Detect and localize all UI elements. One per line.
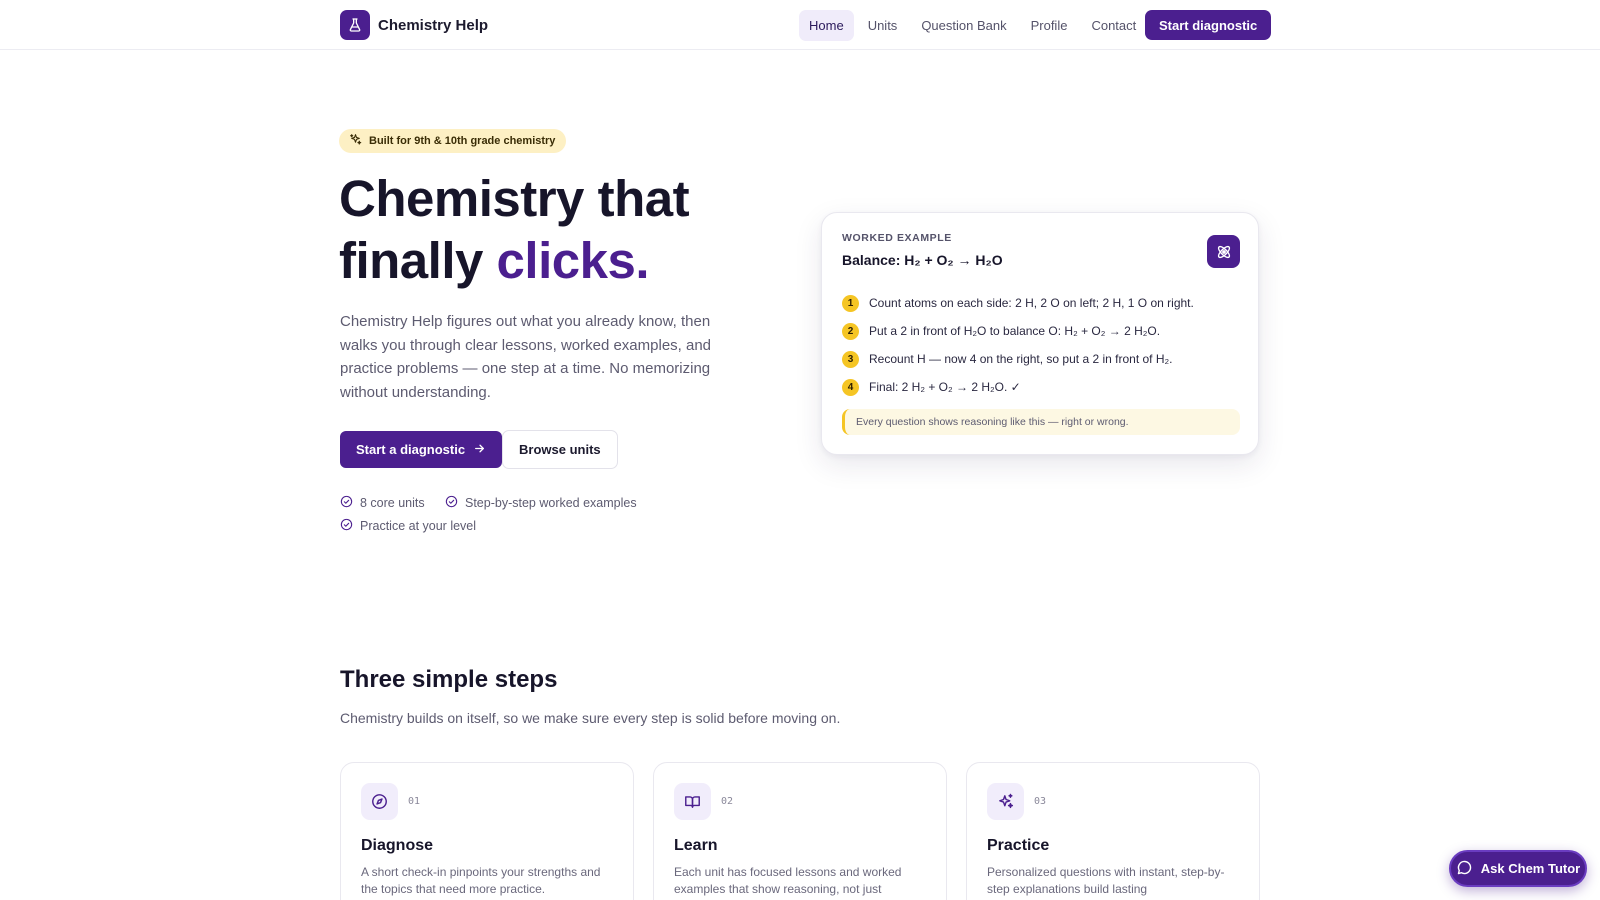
- step-card-diagnose: 01 Diagnose A short check-in pinpoints y…: [340, 762, 634, 900]
- nav-links: Home Units Question Bank Profile Contact: [799, 10, 1146, 41]
- check-circle-icon: [340, 495, 353, 511]
- feature-label: Step-by-step worked examples: [465, 496, 637, 510]
- badge-text: Built for 9th & 10th grade chemistry: [369, 135, 556, 147]
- book-icon: [674, 783, 711, 820]
- top-nav: Chemistry Help Home Units Question Bank …: [0, 0, 1600, 50]
- nav-link-contact[interactable]: Contact: [1081, 10, 1146, 41]
- nav-link-profile[interactable]: Profile: [1021, 10, 1078, 41]
- step-text: Put a 2 in front of H₂O to balance O: H₂…: [869, 324, 1161, 338]
- chat-bubble-icon: [1456, 859, 1473, 879]
- hero-title-accent: clicks.: [497, 230, 650, 292]
- step-card-title: Practice: [987, 837, 1050, 854]
- brand-name: Chemistry Help: [378, 16, 489, 34]
- sparkles-icon: [349, 133, 362, 149]
- worked-example-card: WORKED EXAMPLE Balance: H₂ + O₂ → H₂O 1 …: [821, 212, 1259, 455]
- step-card-title: Learn: [674, 837, 718, 854]
- feature-label: 8 core units: [360, 496, 425, 510]
- step-number: 2: [842, 322, 859, 340]
- worked-steps-list: 1 Count atoms on each side: 2 H, 2 O on …: [842, 289, 1194, 401]
- feature-item: 8 core units: [340, 495, 425, 511]
- atom-icon: [1207, 235, 1240, 268]
- ask-chem-tutor-button[interactable]: Ask Chem Tutor: [1449, 850, 1587, 887]
- feature-item: Practice at your level: [340, 518, 476, 534]
- step-card-title: Diagnose: [361, 837, 434, 854]
- nav-link-home[interactable]: Home: [799, 10, 854, 41]
- steps-section-title: Three simple steps: [340, 666, 558, 693]
- compass-icon: [361, 783, 398, 820]
- step-card-description: A short check-in pinpoints your strength…: [361, 865, 601, 896]
- sparkles-icon: [987, 783, 1024, 820]
- worked-step: 3 Recount H — now 4 on the right, so put…: [842, 345, 1194, 373]
- step-text: Count atoms on each side: 2 H, 2 O on le…: [869, 296, 1194, 310]
- start-diagnostic-label: Start a diagnostic: [356, 442, 466, 457]
- hero-title: Chemistry that finally clicks.: [339, 168, 690, 292]
- hero-title-line2: finally: [339, 232, 497, 289]
- card-eyebrow: WORKED EXAMPLE: [842, 232, 952, 244]
- step-card-learn: 02 Learn Each unit has focused lessons a…: [653, 762, 947, 900]
- step-card-number: 02: [721, 796, 734, 807]
- step-number: 4: [842, 378, 859, 396]
- card-title: Balance: H₂ + O₂ → H₂O: [842, 252, 1003, 268]
- step-card-practice: 03 Practice Personalized questions with …: [966, 762, 1260, 900]
- worked-step: 2 Put a 2 in front of H₂O to balance O: …: [842, 317, 1194, 345]
- step-card-number: 01: [408, 796, 421, 807]
- hero-description: Chemistry Help figures out what you alre…: [340, 313, 712, 401]
- reasoning-note: Every question shows reasoning like this…: [842, 409, 1240, 435]
- worked-step: 4 Final: 2 H₂ + O₂ → 2 H₂O. ✓: [842, 373, 1194, 401]
- arrow-right-icon: [473, 442, 486, 458]
- step-card-number: 03: [1034, 796, 1047, 807]
- feature-item: Step-by-step worked examples: [445, 495, 637, 511]
- hero-title-line1: Chemistry that: [339, 170, 690, 227]
- check-circle-icon: [340, 518, 353, 534]
- step-number: 3: [842, 350, 859, 368]
- start-diagnostic-nav-button[interactable]: Start diagnostic: [1145, 10, 1272, 40]
- step-card-description: Each unit has focused lessons and worked…: [674, 865, 902, 896]
- nav-link-units[interactable]: Units: [858, 10, 908, 41]
- step-number: 1: [842, 294, 859, 312]
- step-text: Recount H — now 4 on the right, so put a…: [869, 352, 1173, 366]
- check-circle-icon: [445, 495, 458, 511]
- step-text: Final: 2 H₂ + O₂ → 2 H₂O. ✓: [869, 380, 1021, 394]
- steps-section-subtitle: Chemistry builds on itself, so we make s…: [340, 710, 841, 726]
- start-diagnostic-button[interactable]: Start a diagnostic: [340, 431, 503, 468]
- browse-units-button[interactable]: Browse units: [502, 430, 618, 469]
- nav-link-question-bank[interactable]: Question Bank: [911, 10, 1016, 41]
- flask-icon: [340, 10, 370, 40]
- ask-chem-tutor-label: Ask Chem Tutor: [1480, 861, 1581, 876]
- worked-step: 1 Count atoms on each side: 2 H, 2 O on …: [842, 289, 1194, 317]
- step-card-description: Personalized questions with instant, ste…: [987, 865, 1225, 896]
- brand-logo[interactable]: Chemistry Help: [340, 10, 488, 40]
- feature-label: Practice at your level: [360, 519, 477, 533]
- grade-badge: Built for 9th & 10th grade chemistry: [339, 129, 567, 153]
